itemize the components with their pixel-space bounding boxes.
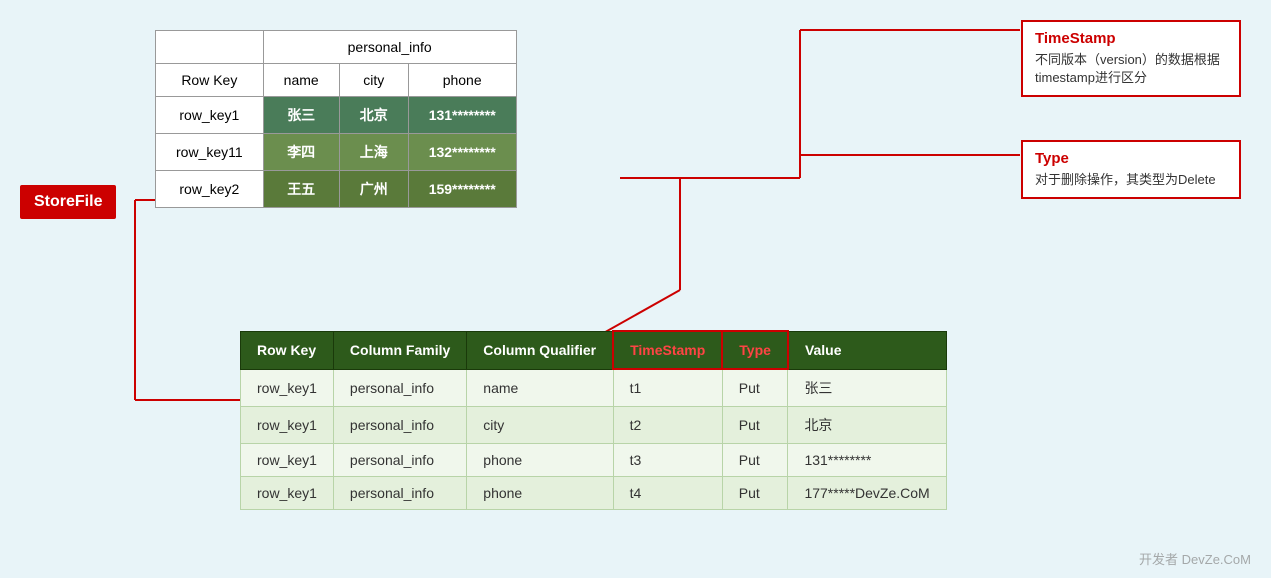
- b-row3-type: Put: [722, 443, 788, 476]
- top-row1-phone: 131********: [408, 97, 516, 134]
- bottom-table-header-row: Row Key Column Family Column Qualifier T…: [241, 331, 947, 369]
- storefile-badge: StoreFile: [20, 185, 116, 219]
- top-table-row-3: row_key2 王五 广州 159********: [156, 171, 517, 208]
- top-table-row-2: row_key11 李四 上海 132********: [156, 134, 517, 171]
- top-row2-key: row_key11: [156, 134, 264, 171]
- b-row4-timestamp: t4: [613, 476, 722, 509]
- timestamp-annotation-title: TimeStamp: [1035, 30, 1227, 47]
- b-row1-type: Put: [722, 369, 788, 406]
- top-table-wrapper: personal_info Row Key name city phone ro…: [155, 30, 517, 208]
- main-container: StoreFile personal_info Row Key name cit…: [0, 0, 1271, 578]
- col-header-rowkey: Row Key: [156, 64, 264, 97]
- b-row4-value: 177*****DevZe.CoM: [788, 476, 946, 509]
- top-table-empty-header: [156, 31, 264, 64]
- bottom-table-row: row_key1 personal_info phone t3 Put 131*…: [241, 443, 947, 476]
- b-row3-value: 131********: [788, 443, 946, 476]
- col-header-city: city: [339, 64, 408, 97]
- b-row2-qualifier: city: [467, 406, 613, 443]
- bottom-table-row: row_key1 personal_info city t2 Put 北京: [241, 406, 947, 443]
- b-row1-qualifier: name: [467, 369, 613, 406]
- bottom-col-value: Value: [788, 331, 946, 369]
- top-row2-city: 上海: [339, 134, 408, 171]
- top-row2-phone: 132********: [408, 134, 516, 171]
- b-row4-key: row_key1: [241, 476, 334, 509]
- b-row1-family: personal_info: [333, 369, 466, 406]
- bottom-col-type: Type: [722, 331, 788, 369]
- top-row1-city: 北京: [339, 97, 408, 134]
- top-row2-name: 李四: [263, 134, 339, 171]
- top-table-span-row: personal_info: [156, 31, 517, 64]
- b-row1-value: 张三: [788, 369, 946, 406]
- b-row1-key: row_key1: [241, 369, 334, 406]
- b-row4-type: Put: [722, 476, 788, 509]
- b-row4-qualifier: phone: [467, 476, 613, 509]
- top-row1-name: 张三: [263, 97, 339, 134]
- b-row2-type: Put: [722, 406, 788, 443]
- watermark: 开发者 DevZe.CoM: [1139, 549, 1251, 568]
- bottom-col-qualifier: Column Qualifier: [467, 331, 613, 369]
- top-row1-key: row_key1: [156, 97, 264, 134]
- type-annotation-title: Type: [1035, 150, 1227, 167]
- bottom-table-row: row_key1 personal_info phone t4 Put 177*…: [241, 476, 947, 509]
- b-row2-family: personal_info: [333, 406, 466, 443]
- col-header-name: name: [263, 64, 339, 97]
- b-row3-family: personal_info: [333, 443, 466, 476]
- top-row3-key: row_key2: [156, 171, 264, 208]
- type-annotation: Type 对于删除操作，其类型为Delete: [1021, 140, 1241, 199]
- top-row3-city: 广州: [339, 171, 408, 208]
- b-row3-qualifier: phone: [467, 443, 613, 476]
- timestamp-annotation: TimeStamp 不同版本（version）的数据根据timestamp进行区…: [1021, 20, 1241, 97]
- b-row3-timestamp: t3: [613, 443, 722, 476]
- bottom-table-row: row_key1 personal_info name t1 Put 张三: [241, 369, 947, 406]
- bottom-col-timestamp: TimeStamp: [613, 331, 722, 369]
- bottom-table-wrapper: Row Key Column Family Column Qualifier T…: [240, 330, 947, 510]
- top-table: personal_info Row Key name city phone ro…: [155, 30, 517, 208]
- bottom-table: Row Key Column Family Column Qualifier T…: [240, 330, 947, 510]
- type-annotation-content: 对于删除操作，其类型为Delete: [1035, 171, 1227, 189]
- b-row2-value: 北京: [788, 406, 946, 443]
- top-row3-name: 王五: [263, 171, 339, 208]
- b-row1-timestamp: t1: [613, 369, 722, 406]
- top-row3-phone: 159********: [408, 171, 516, 208]
- top-table-col-headers: Row Key name city phone: [156, 64, 517, 97]
- col-header-phone: phone: [408, 64, 516, 97]
- bottom-col-rowkey: Row Key: [241, 331, 334, 369]
- top-table-personal-info: personal_info: [263, 31, 516, 64]
- b-row3-key: row_key1: [241, 443, 334, 476]
- b-row2-timestamp: t2: [613, 406, 722, 443]
- b-row4-family: personal_info: [333, 476, 466, 509]
- bottom-col-family: Column Family: [333, 331, 466, 369]
- timestamp-annotation-content: 不同版本（version）的数据根据timestamp进行区分: [1035, 51, 1227, 87]
- b-row2-key: row_key1: [241, 406, 334, 443]
- top-table-row-1: row_key1 张三 北京 131********: [156, 97, 517, 134]
